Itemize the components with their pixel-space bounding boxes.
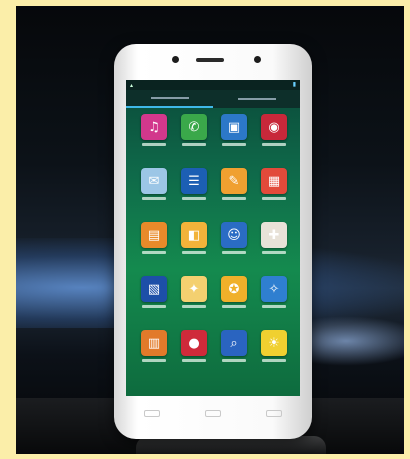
app-shortcut[interactable]: ▧ — [134, 276, 174, 330]
signal-icon: ▴ — [130, 82, 134, 89]
app-shortcut[interactable]: ☀ — [254, 330, 294, 384]
app-label — [142, 143, 166, 146]
app-label — [262, 197, 286, 200]
app-label — [262, 359, 286, 362]
menu-key-icon[interactable] — [144, 410, 160, 417]
app-label — [182, 305, 206, 308]
app-shortcut[interactable]: ✆ — [174, 114, 214, 168]
app-shortcut[interactable]: ▥ — [134, 330, 174, 384]
app-shortcut[interactable]: ✉ — [134, 168, 174, 222]
search-icon: ⌕ — [221, 330, 247, 356]
product-photo: ▴ ▮ ♫ ✆ ▣ ◉ ✉ ☰ ✎ ▦ ▤ ◧ ☺ ✚ ▧ ✦ ✪ ✧ ▥ ● ⌕ ☀ — [16, 6, 404, 454]
app-label — [222, 143, 246, 146]
app-label — [222, 251, 246, 254]
photos-icon: ◧ — [181, 222, 207, 248]
app-drawer-tabs — [126, 90, 300, 108]
app-label — [262, 143, 286, 146]
tab-apps[interactable] — [126, 90, 213, 108]
app-label — [182, 359, 206, 362]
app-label — [222, 359, 246, 362]
earpiece — [196, 58, 224, 62]
app-label — [142, 359, 166, 362]
weather-icon: ☀ — [261, 330, 287, 356]
browser-icon: ▧ — [141, 276, 167, 302]
app-label — [182, 197, 206, 200]
app-shortcut[interactable]: ✪ — [214, 276, 254, 330]
phone-screen: ▴ ▮ ♫ ✆ ▣ ◉ ✉ ☰ ✎ ▦ ▤ ◧ ☺ ✚ ▧ ✦ ✪ ✧ ▥ ● ⌕ ☀ — [126, 80, 300, 396]
app-label — [182, 143, 206, 146]
app-label — [222, 197, 246, 200]
gallery-icon: ▤ — [141, 222, 167, 248]
app-shortcut[interactable]: ▣ — [214, 114, 254, 168]
proximity-sensor — [254, 56, 261, 63]
smartphone: ▴ ▮ ♫ ✆ ▣ ◉ ✉ ☰ ✎ ▦ ▤ ◧ ☺ ✚ ▧ ✦ ✪ ✧ ▥ ● ⌕ ☀ — [114, 44, 312, 439]
notes-icon: ✚ — [261, 222, 287, 248]
app-shortcut[interactable]: ⌕ — [214, 330, 254, 384]
app-label — [262, 251, 286, 254]
app-shortcut[interactable]: ✦ — [174, 276, 214, 330]
navigation-keys — [144, 410, 282, 420]
app-shortcut[interactable]: ◧ — [174, 222, 214, 276]
store-icon: ▥ — [141, 330, 167, 356]
file-manager-icon: ▣ — [221, 114, 247, 140]
phone-icon: ✆ — [181, 114, 207, 140]
app-label — [262, 305, 286, 308]
alarm-icon: ● — [181, 330, 207, 356]
app-label — [142, 305, 166, 308]
app-label — [142, 251, 166, 254]
app-label — [182, 251, 206, 254]
assistant-icon: ☺ — [221, 222, 247, 248]
calendar-icon: ▦ — [261, 168, 287, 194]
settings-icon: ✦ — [181, 276, 207, 302]
app-label — [142, 197, 166, 200]
app-shortcut[interactable]: ✧ — [254, 276, 294, 330]
battery-icon: ▮ — [292, 81, 296, 88]
app-shortcut[interactable]: ◉ — [254, 114, 294, 168]
app-shortcut[interactable]: ● — [174, 330, 214, 384]
tools-icon: ✪ — [221, 276, 247, 302]
maps-icon: ✧ — [261, 276, 287, 302]
camera-icon: ◉ — [261, 114, 287, 140]
app-shortcut[interactable]: ✎ — [214, 168, 254, 222]
app-shortcut[interactable]: ▤ — [134, 222, 174, 276]
app-shortcut[interactable]: ♫ — [134, 114, 174, 168]
contacts-icon: ☰ — [181, 168, 207, 194]
app-shortcut[interactable]: ✚ — [254, 222, 294, 276]
back-key-icon[interactable] — [266, 410, 282, 417]
app-shortcut[interactable]: ▦ — [254, 168, 294, 222]
front-camera-icon — [172, 56, 179, 63]
tab-widgets[interactable] — [213, 90, 300, 108]
message-icon: ✉ — [141, 168, 167, 194]
status-bar: ▴ ▮ — [126, 80, 300, 90]
app-shortcut[interactable]: ☰ — [174, 168, 214, 222]
home-key-icon[interactable] — [205, 410, 221, 417]
chat-icon: ✎ — [221, 168, 247, 194]
app-label — [222, 305, 246, 308]
app-shortcut[interactable]: ☺ — [214, 222, 254, 276]
app-grid: ♫ ✆ ▣ ◉ ✉ ☰ ✎ ▦ ▤ ◧ ☺ ✚ ▧ ✦ ✪ ✧ ▥ ● ⌕ ☀ — [134, 114, 294, 394]
music-icon: ♫ — [141, 114, 167, 140]
